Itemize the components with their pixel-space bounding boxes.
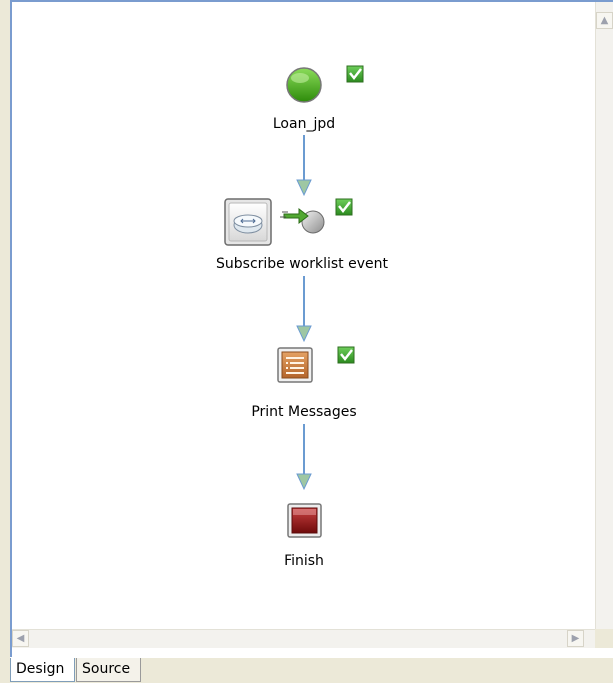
node-label-finish: Finish: [284, 553, 324, 569]
process-diagram: [224, 65, 364, 538]
event-subscriber-icon: [280, 207, 325, 234]
connector-3: [296, 424, 312, 491]
node-label-start: Loan_jpd: [272, 116, 336, 132]
design-canvas-frame: Loan_jpd Subscribe worklist event Print …: [10, 0, 613, 657]
finish-node-icon[interactable]: [287, 503, 322, 538]
editor-tabs: Design Source: [10, 657, 613, 683]
scroll-up-button[interactable]: ▲: [596, 12, 613, 29]
tab-design[interactable]: Design: [10, 658, 75, 682]
print-messages-icon[interactable]: [277, 347, 313, 383]
connector-1: [296, 135, 312, 197]
subscribe-event-icon[interactable]: [224, 198, 272, 246]
horizontal-scrollbar[interactable]: ◀ ▶: [12, 629, 595, 648]
vertical-scrollbar[interactable]: ▲ ▼: [595, 2, 613, 646]
process-editor: Loan_jpd Subscribe worklist event Print …: [0, 0, 613, 683]
scrollbar-corner: [595, 629, 613, 648]
check-icon: [337, 346, 355, 364]
scroll-right-button[interactable]: ▶: [567, 630, 584, 647]
node-label-print: Print Messages: [251, 404, 357, 420]
start-node-icon[interactable]: [286, 67, 322, 103]
tab-source[interactable]: Source: [76, 658, 141, 682]
connector-2: [296, 276, 312, 343]
node-label-subscribe: Subscribe worklist event: [216, 256, 388, 272]
check-icon: [335, 198, 353, 216]
design-canvas[interactable]: Loan_jpd Subscribe worklist event Print …: [12, 2, 595, 629]
check-icon: [346, 65, 364, 83]
scroll-left-button[interactable]: ◀: [12, 630, 29, 647]
